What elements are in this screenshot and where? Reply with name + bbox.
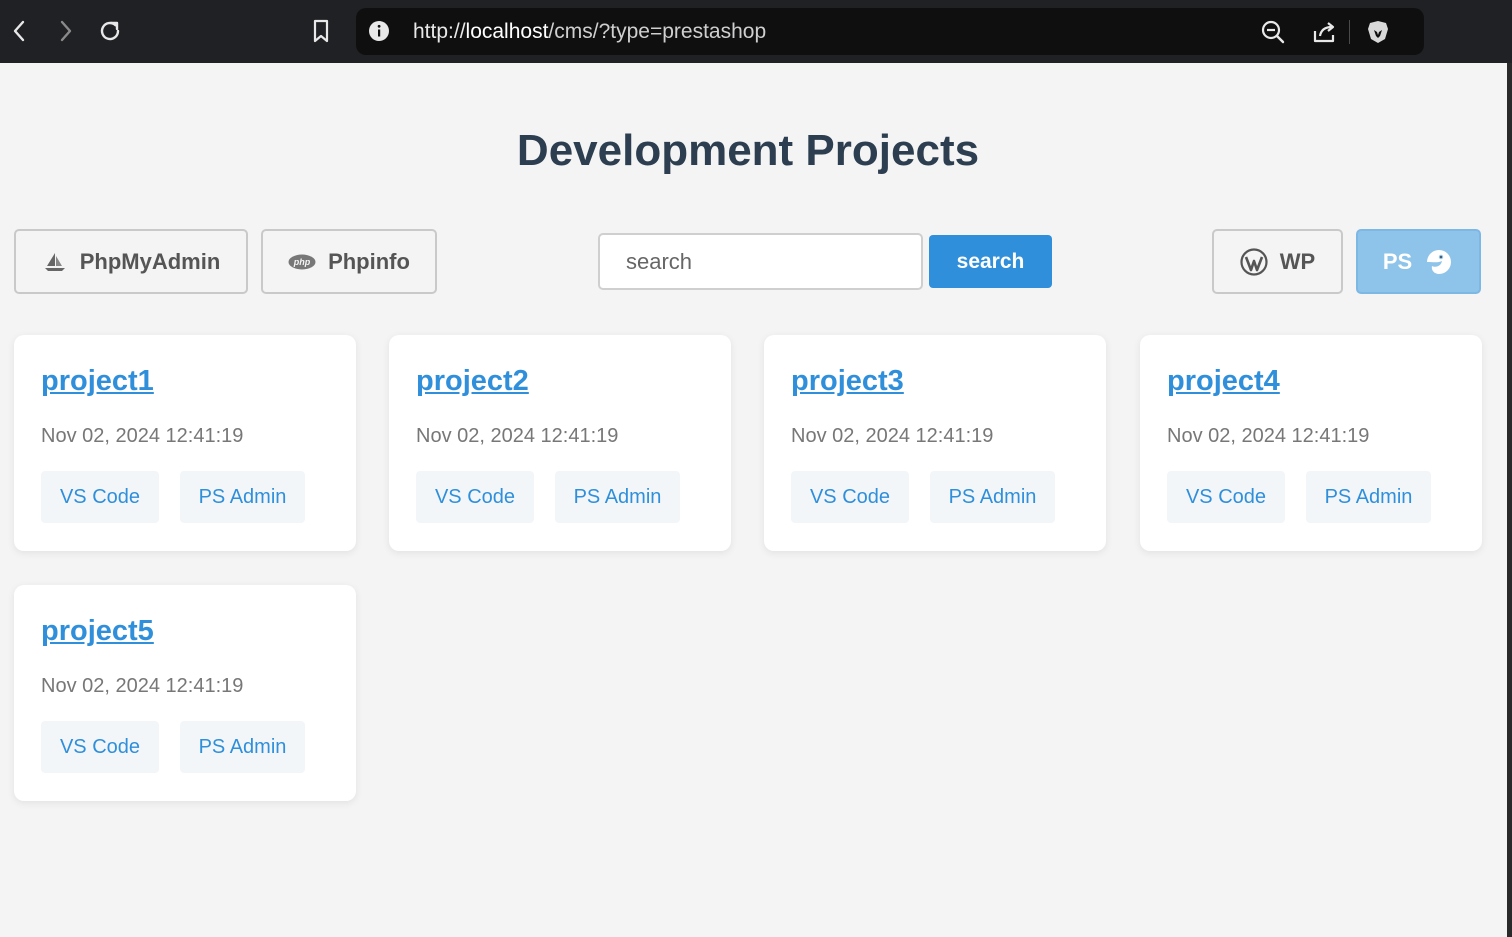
project-date: Nov 02, 2024 12:41:19: [41, 425, 244, 447]
project-title-link[interactable]: project4: [1167, 365, 1280, 398]
search-button[interactable]: search: [929, 235, 1052, 288]
project-title-link[interactable]: project1: [41, 365, 154, 398]
project-card: project3 Nov 02, 2024 12:41:19 VS Code P…: [764, 335, 1106, 551]
project-date: Nov 02, 2024 12:41:19: [1167, 425, 1370, 447]
phpmyadmin-label: PhpMyAdmin: [79, 248, 221, 274]
url-host: localhost: [465, 20, 549, 43]
page-title: Development Projects: [516, 126, 980, 175]
project-card: project2 Nov 02, 2024 12:41:19 VS Code P…: [389, 335, 731, 551]
share-icon[interactable]: [1310, 18, 1338, 46]
project-title-link[interactable]: project2: [416, 365, 529, 398]
ps-admin-button[interactable]: PS Admin: [180, 471, 305, 523]
wp-label: WP: [1279, 248, 1316, 274]
url-text[interactable]: http://localhost/cms/?type=prestashop: [413, 8, 766, 55]
ps-admin-button[interactable]: PS Admin: [180, 721, 305, 773]
address-bar[interactable]: http://localhost/cms/?type=prestashop: [356, 8, 1424, 55]
ps-label: PS: [1382, 248, 1413, 274]
project-card: project5 Nov 02, 2024 12:41:19 VS Code P…: [14, 585, 356, 801]
bookmark-icon[interactable]: [304, 14, 338, 48]
reload-icon[interactable]: [93, 14, 127, 48]
ps-admin-button[interactable]: PS Admin: [1306, 471, 1431, 523]
back-icon[interactable]: [3, 14, 37, 48]
vscode-button[interactable]: VS Code: [1167, 471, 1285, 523]
vscode-button[interactable]: VS Code: [416, 471, 534, 523]
phpinfo-label: Phpinfo: [328, 248, 410, 274]
sailboat-icon: [42, 251, 68, 273]
project-card: project1 Nov 02, 2024 12:41:19 VS Code P…: [14, 335, 356, 551]
project-card: project4 Nov 02, 2024 12:41:19 VS Code P…: [1140, 335, 1482, 551]
project-date: Nov 02, 2024 12:41:19: [416, 425, 619, 447]
wordpress-icon: [1240, 247, 1268, 276]
php-icon: php: [288, 254, 316, 270]
ps-admin-button[interactable]: PS Admin: [930, 471, 1055, 523]
search-input[interactable]: [598, 233, 923, 290]
window-edge: [1507, 63, 1512, 937]
zoom-out-icon[interactable]: [1259, 18, 1287, 46]
url-path: /cms/?type=prestashop: [548, 20, 767, 43]
svg-text:php: php: [293, 257, 311, 267]
vscode-button[interactable]: VS Code: [791, 471, 909, 523]
forward-icon[interactable]: [48, 14, 82, 48]
phpinfo-button[interactable]: php Phpinfo: [261, 229, 437, 294]
ps-button[interactable]: PS: [1356, 229, 1481, 294]
vscode-button[interactable]: VS Code: [41, 721, 159, 773]
vscode-button[interactable]: VS Code: [41, 471, 159, 523]
browser-toolbar: http://localhost/cms/?type=prestashop: [0, 0, 1512, 63]
phpmyadmin-button[interactable]: PhpMyAdmin: [14, 229, 248, 294]
project-title-link[interactable]: project3: [791, 365, 904, 398]
prestashop-icon: [1424, 248, 1454, 276]
ps-admin-button[interactable]: PS Admin: [555, 471, 680, 523]
toolbar-divider: [1349, 20, 1350, 44]
brave-shield-icon[interactable]: [1364, 18, 1392, 46]
project-title-link[interactable]: project5: [41, 615, 154, 648]
wp-button[interactable]: WP: [1212, 229, 1343, 294]
project-date: Nov 02, 2024 12:41:19: [41, 675, 244, 697]
site-info-icon[interactable]: [368, 20, 390, 42]
project-date: Nov 02, 2024 12:41:19: [791, 425, 994, 447]
url-prefix: http://: [413, 20, 466, 43]
